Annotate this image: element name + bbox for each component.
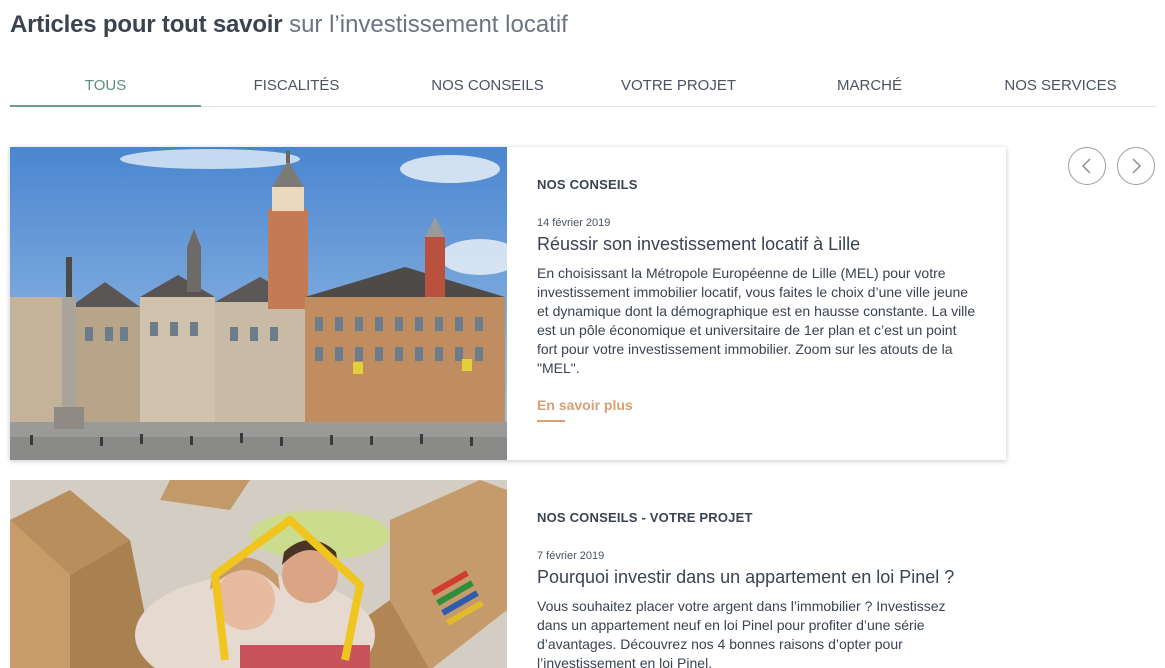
page-title: Articles pour tout savoir sur l’investis… (10, 10, 568, 40)
article-category[interactable]: NOS CONSEILS - VOTRE PROJET (537, 510, 978, 528)
article-category[interactable]: NOS CONSEILS (537, 177, 978, 195)
article-title[interactable]: Réussir son investissement locatif à Lil… (537, 232, 978, 256)
carousel-prev-button[interactable] (1068, 147, 1106, 185)
read-more-link[interactable]: En savoir plus (537, 397, 633, 422)
article-excerpt: Vous souhaitez placer votre argent dans … (537, 598, 946, 668)
article-date: 14 février 2019 (537, 217, 611, 229)
tab-votre-projet[interactable]: VOTRE PROJET (583, 66, 774, 106)
couple-moving-boxes-photo (10, 480, 507, 668)
page-title-light: sur l’investissement locatif (289, 11, 568, 38)
article-body: NOS CONSEILS 14 février 2019 Réussir son… (507, 147, 1006, 460)
page-title-strong: Articles pour tout savoir (10, 11, 283, 38)
tab-tous[interactable]: TOUS (10, 66, 201, 107)
article-image-lille[interactable] (10, 147, 507, 460)
tab-nos-conseils[interactable]: NOS CONSEILS (392, 66, 583, 106)
chevron-right-icon (1132, 158, 1142, 174)
tab-marche[interactable]: MARCHÉ (774, 66, 965, 106)
article-image-pinel[interactable] (10, 480, 507, 668)
tab-fiscalites[interactable]: FISCALITÉS (201, 66, 392, 106)
category-tabs: TOUS FISCALITÉS NOS CONSEILS VOTRE PROJE… (10, 66, 1156, 107)
carousel-next-button[interactable] (1117, 147, 1155, 185)
lille-grand-place-photo (10, 147, 507, 460)
article-title[interactable]: Pourquoi investir dans un appartement en… (537, 565, 978, 589)
article-excerpt: En choisissant la Métropole Européenne d… (537, 265, 976, 376)
tab-nos-services[interactable]: NOS SERVICES (965, 66, 1156, 106)
article-date: 7 février 2019 (537, 550, 605, 562)
article-body: NOS CONSEILS - VOTRE PROJET 7 février 20… (507, 480, 1006, 668)
article-card: NOS CONSEILS - VOTRE PROJET 7 février 20… (10, 480, 1006, 668)
article-card: NOS CONSEILS 14 février 2019 Réussir son… (10, 147, 1006, 460)
chevron-left-icon (1081, 158, 1091, 174)
